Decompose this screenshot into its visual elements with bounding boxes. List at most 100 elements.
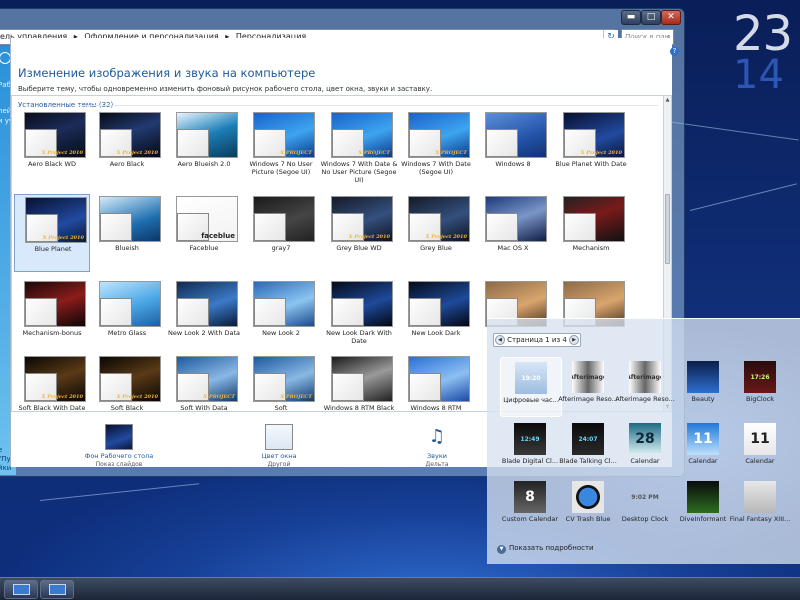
- theme-tile[interactable]: X Project 2010 Blue Planet With Date: [553, 110, 629, 188]
- gadgets-page-nav: ◀ Страница 1 из 4 ▶: [493, 333, 581, 347]
- theme-name: New Look Dark With Date: [326, 329, 392, 345]
- taskbar-button-display[interactable]: [40, 580, 74, 599]
- minimize-button[interactable]: ▬: [621, 10, 641, 25]
- gadget-icon: 24:07: [572, 423, 604, 455]
- gadget-tile[interactable]: Beauty: [673, 357, 733, 417]
- gadget-icon: [744, 481, 776, 513]
- theme-tile[interactable]: Mac OS X: [475, 194, 551, 272]
- desktop-background-option[interactable]: Фон Рабочего стола Показ слайдов: [74, 424, 164, 468]
- theme-tile[interactable]: X PROJECT Windows 7 With Date (Segoe UI): [398, 110, 474, 188]
- theme-tile[interactable]: faceblue Faceblue: [166, 194, 242, 272]
- window-preview-icon: [564, 213, 596, 241]
- theme-tile[interactable]: Aero Blueish 2.0: [166, 110, 242, 188]
- gadget-icon: [572, 481, 604, 513]
- theme-tile[interactable]: New Look 2 With Data: [166, 279, 242, 357]
- theme-watermark: X PROJECT: [435, 150, 467, 156]
- theme-tile[interactable]: New Look Dark: [398, 279, 474, 357]
- gadget-tile[interactable]: 8 Custom Calendar: [500, 477, 560, 537]
- gadget-label: Final Fantasy XIII...: [729, 515, 791, 523]
- theme-watermark: X PROJECT: [358, 150, 390, 156]
- theme-thumbnail: [485, 112, 547, 158]
- gadget-tile[interactable]: AfterimageAfterimage Reso...: [558, 357, 618, 417]
- theme-thumbnail: X PROJECT: [176, 356, 238, 402]
- theme-name: Faceblue: [189, 244, 219, 252]
- theme-tile[interactable]: X Project 2010 Soft Black: [89, 354, 165, 411]
- gadget-tile[interactable]: 28 Calendar: [615, 419, 675, 479]
- theme-tile[interactable]: X Project 2010 Aero Black WD: [14, 110, 90, 188]
- theme-thumbnail: X Project 2010: [24, 112, 86, 158]
- sounds-label: Звуки: [427, 452, 447, 460]
- scroll-thumb[interactable]: [665, 194, 670, 264]
- theme-tile[interactable]: Mechanism-bonus: [14, 279, 90, 357]
- theme-tile[interactable]: New Look 2: [243, 279, 319, 357]
- chevron-down-icon: ▼: [497, 545, 506, 554]
- theme-name: Windows 8 RTM Black: [323, 404, 395, 412]
- theme-tile[interactable]: Metro Glass: [89, 279, 165, 357]
- theme-thumbnail: X Project 2010: [99, 112, 161, 158]
- gadget-tile[interactable]: 11 Calendar: [730, 419, 790, 479]
- theme-thumbnail: [253, 196, 315, 242]
- theme-name: New Look 2: [262, 329, 300, 337]
- desktop-clock-minutes: 14: [733, 52, 784, 98]
- theme-tile[interactable]: X Project 2010 Aero Black: [89, 110, 165, 188]
- theme-name: Blue Planet With Date: [555, 160, 627, 168]
- desktop: 23 14 ▬ □ ✕ ель управления ▸ Оформление …: [0, 0, 800, 600]
- theme-watermark: X PROJECT: [280, 394, 312, 400]
- theme-tile[interactable]: X PROJECT Soft With Data: [166, 354, 242, 411]
- gadget-tile[interactable]: 19:20 Цифровые час...: [500, 357, 562, 417]
- theme-tile[interactable]: X Project 2010 Soft Black With Date: [14, 354, 90, 411]
- theme-watermark: X PROJECT: [203, 394, 235, 400]
- theme-tile[interactable]: Windows 8: [475, 110, 551, 188]
- theme-tile[interactable]: X PROJECT Windows 7 No User Picture (Sego…: [243, 110, 319, 188]
- theme-tile[interactable]: X Project 2010 Blue Planet: [14, 194, 90, 272]
- gadget-icon: 19:20: [515, 362, 547, 394]
- window-preview-icon: [254, 298, 286, 326]
- theme-name: Windows 7 With Date & No User Picture (S…: [320, 160, 398, 184]
- gadget-tile[interactable]: 24:07 Blade Talking Cl...: [558, 419, 618, 479]
- theme-tile[interactable]: Windows 8 RTM: [398, 354, 474, 411]
- prev-page-icon[interactable]: ◀: [495, 335, 505, 345]
- desktop-background-label: Фон Рабочего стола: [84, 452, 154, 460]
- theme-tile[interactable]: X PROJECT Soft: [243, 354, 319, 411]
- theme-thumbnail: faceblue: [176, 196, 238, 242]
- gadget-tile[interactable]: DiveInformant: [673, 477, 733, 537]
- gadget-icon: 11: [744, 423, 776, 455]
- gadget-tile[interactable]: CV Trash Blue: [558, 477, 618, 537]
- theme-tile[interactable]: New Look Dark With Date: [321, 279, 397, 357]
- gadget-tile[interactable]: 11 Calendar: [673, 419, 733, 479]
- show-details-toggle[interactable]: ▼ Показать подробности: [497, 544, 594, 554]
- theme-tile[interactable]: gray7: [243, 194, 319, 272]
- window-preview-icon: [25, 298, 57, 326]
- theme-thumbnail: X Project 2010: [25, 197, 87, 243]
- theme-thumbnail: X Project 2010: [331, 196, 393, 242]
- gadget-tile[interactable]: 17:26 BigClock: [730, 357, 790, 417]
- gadget-tile[interactable]: AfterimageAfterimage Reso...: [615, 357, 675, 417]
- theme-name: Mechanism-bonus: [22, 329, 82, 337]
- theme-name: Metro Glass: [107, 329, 147, 337]
- sounds-option[interactable]: ♫ Звуки Дельта: [392, 424, 482, 468]
- theme-name: gray7: [271, 244, 291, 252]
- theme-tile[interactable]: X PROJECT Windows 7 With Date & No User P…: [321, 110, 397, 188]
- close-button[interactable]: ✕: [661, 10, 681, 25]
- theme-name: Blueish: [115, 244, 139, 252]
- gadget-tile[interactable]: 9:02 PM Desktop Clock: [615, 477, 675, 537]
- theme-tile[interactable]: Blueish: [89, 194, 165, 272]
- theme-tile[interactable]: X Project 2010 Grey Blue WD: [321, 194, 397, 272]
- theme-watermark: X Project 2010: [348, 234, 390, 240]
- left-pane-seealso-1[interactable]: е: [0, 446, 2, 454]
- window-color-value: Другой: [267, 461, 291, 468]
- theme-tile[interactable]: Windows 8 RTM Black: [321, 354, 397, 412]
- gadget-icon: [687, 481, 719, 513]
- window-color-option[interactable]: Цвет окна Другой: [234, 424, 324, 468]
- theme-thumbnail: X Project 2010: [24, 356, 86, 402]
- theme-tile[interactable]: Mechanism: [553, 194, 629, 272]
- maximize-button[interactable]: □: [641, 10, 661, 25]
- help-icon[interactable]: ?: [670, 47, 679, 56]
- theme-name: Aero Blueish 2.0: [177, 160, 231, 168]
- theme-tile[interactable]: X Project 2010 Grey Blue: [398, 194, 474, 272]
- gadget-tile[interactable]: Final Fantasy XIII...: [730, 477, 790, 537]
- taskbar-button-control-panel[interactable]: [4, 580, 38, 599]
- gadget-tile[interactable]: 12:49 Blade Digital Cl...: [500, 419, 560, 479]
- scroll-up-icon[interactable]: ▲: [664, 96, 671, 104]
- next-page-icon[interactable]: ▶: [569, 335, 579, 345]
